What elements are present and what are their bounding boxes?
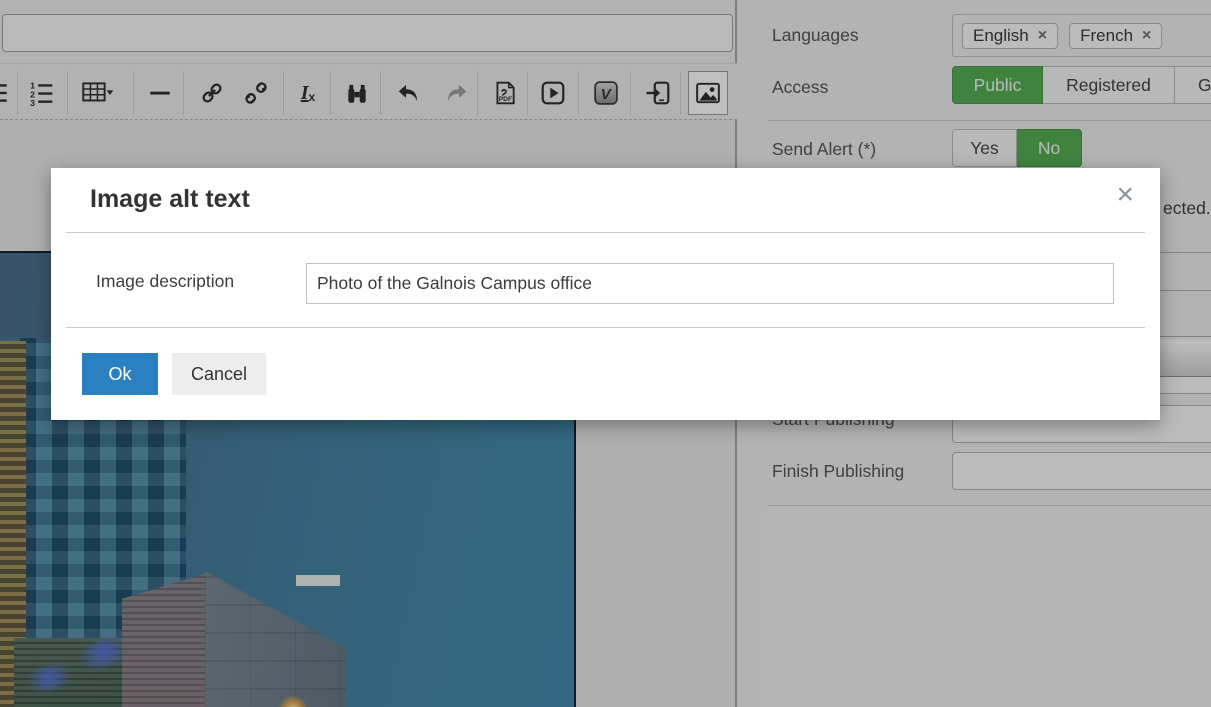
image-alt-text-dialog: Image alt text × Image description Ok Ca… xyxy=(51,168,1160,420)
close-icon[interactable]: × xyxy=(1116,180,1134,210)
dialog-header-divider xyxy=(66,232,1145,233)
dialog-footer-divider xyxy=(66,327,1145,328)
ok-button[interactable]: Ok xyxy=(82,353,158,395)
image-description-input[interactable] xyxy=(306,263,1114,304)
cancel-button[interactable]: Cancel xyxy=(172,353,266,395)
cms-edit-screen: 1 2 3 xyxy=(0,0,1211,707)
dialog-title: Image alt text xyxy=(90,185,250,214)
image-description-label: Image description xyxy=(96,271,234,292)
